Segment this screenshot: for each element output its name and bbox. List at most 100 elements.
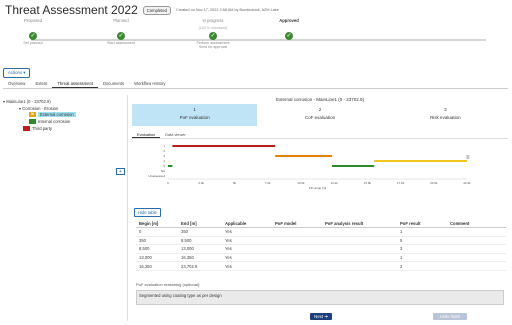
- cell-pof-result: 1: [397, 227, 447, 237]
- tree-item-external-corrosion[interactable]: M External corrosion: [29, 112, 76, 117]
- step-action[interactable]: Perform assessment Send for approval: [183, 41, 243, 50]
- tab-cof-evaluation[interactable]: 2 CoF evaluation: [257, 104, 382, 126]
- cell-pof-analysis: [322, 227, 397, 237]
- cell-pof-result: 5: [397, 236, 447, 246]
- threat-swatch: M: [29, 112, 36, 117]
- chevron-down-icon: ▾: [23, 70, 26, 75]
- cell-end: 13,000: [178, 244, 222, 254]
- workflow-stepper: Proposed ✓ Set planned Planned ✓ Start a…: [8, 18, 488, 54]
- cell-begin: 8,500: [136, 244, 178, 254]
- step-action[interactable]: Set planned: [3, 41, 63, 45]
- column-header[interactable]: End [m]: [178, 219, 222, 228]
- table-row[interactable]: 0 350 Yes 1: [136, 227, 506, 237]
- page-header: Threat Assessment 2022 Completed Created…: [5, 3, 279, 17]
- table-row[interactable]: 8,500 13,000 Yes 3: [136, 244, 506, 254]
- check-icon: ✓: [117, 32, 125, 40]
- tree-item-label: External corrosion: [38, 112, 76, 117]
- tree-item-label: Internal corrosion: [38, 119, 71, 124]
- x-tick-label: 22.9k: [463, 181, 471, 185]
- tab-documents[interactable]: Documents: [98, 80, 129, 88]
- segment-bar: [331, 165, 375, 167]
- cell-pof-analysis: [322, 244, 397, 254]
- tab-pof-evaluation[interactable]: 1 PoF evaluation: [132, 104, 258, 126]
- table-row[interactable]: 13,000 16,350 Yes 1: [136, 253, 506, 263]
- tree-item-third-party[interactable]: Third party: [23, 126, 52, 131]
- cell-begin: 350: [136, 236, 178, 246]
- tab-overview[interactable]: Overview: [3, 80, 30, 88]
- cell-comment: [447, 244, 506, 254]
- y-tick-label: 5: [163, 164, 165, 168]
- undo-finish-button[interactable]: Undo finish: [433, 313, 467, 320]
- evaluation-panel: External corrosion - MainLine1 (0 - 2370…: [132, 95, 508, 321]
- tree-root[interactable]: ▾ MainLine1 (0 - 23702.9): [3, 99, 51, 104]
- next-button[interactable]: Next ➔: [310, 313, 332, 320]
- table-row[interactable]: 350 8,500 Yes 5: [136, 236, 506, 246]
- step-approved: Approved ✓: [259, 18, 319, 41]
- actions-button[interactable]: Actions ▾: [3, 68, 31, 78]
- eval-step-number: 3: [444, 107, 447, 112]
- actions-label: Actions: [8, 70, 23, 75]
- created-info: Created on Nov 17, 2022 2:58 AM by Bumte…: [176, 8, 279, 12]
- check-icon: ✓: [285, 32, 293, 40]
- segment-bar: [168, 165, 173, 167]
- tab-evaluation[interactable]: Evaluation: [132, 131, 161, 138]
- cell-begin: 16,350: [136, 261, 178, 271]
- tab-data-viewer[interactable]: Data viewer: [160, 131, 191, 138]
- eval-step-number: 2: [318, 107, 322, 112]
- tab-risk-evaluation[interactable]: 3 Risk evaluation: [383, 104, 508, 126]
- next-label: Next: [314, 314, 324, 319]
- y-tick-label: 1: [163, 144, 165, 148]
- y-tick-label: 4: [163, 159, 165, 163]
- column-header[interactable]: Comment: [447, 219, 506, 228]
- page-title: Threat Assessment 2022: [5, 3, 138, 17]
- threat-swatch: [29, 119, 36, 124]
- reasoning-textarea[interactable]: Segmented using coating type as per desi…: [136, 290, 504, 305]
- eval-step-label: PoF evaluation: [179, 115, 210, 120]
- reasoning-label: PoF evaluation reasoning (optional):: [136, 282, 201, 287]
- cell-pof-model: [272, 236, 322, 246]
- column-header[interactable]: PoF model: [272, 219, 322, 228]
- cell-applicable: Yes: [222, 227, 272, 237]
- expand-icon[interactable]: +: [116, 168, 125, 175]
- column-header[interactable]: Applicable: [222, 219, 272, 228]
- eval-step-number: 1: [193, 107, 196, 112]
- step-label: In progress: [202, 18, 224, 23]
- cell-comment: [447, 261, 506, 271]
- column-header[interactable]: Begin [m]: [136, 219, 178, 228]
- eval-step-label: Risk evaluation: [430, 115, 461, 120]
- panel-title: External corrosion - MainLine1 (0 - 2370…: [275, 97, 365, 102]
- segment-bar: [374, 160, 467, 162]
- step-proposed: Proposed ✓ Set planned: [3, 18, 63, 45]
- threat-tree: ▾ MainLine1 (0 - 23702.9) ▾ Corrosion - …: [3, 95, 128, 321]
- cell-comment: [447, 253, 506, 263]
- y-tick-label: 2: [163, 149, 165, 153]
- cell-begin: 13,000: [136, 253, 178, 263]
- tree-item-internal-corrosion[interactable]: Internal corrosion: [29, 119, 70, 124]
- tab-workflow-history[interactable]: Workflow History: [129, 80, 170, 88]
- cell-pof-result: 2: [397, 261, 447, 271]
- check-icon: ✓: [29, 32, 37, 40]
- segment-bar: [172, 145, 276, 147]
- x-tick-label: 15.8k: [364, 181, 372, 185]
- tree-item-label: Third party: [32, 126, 53, 131]
- cell-pof-model: [272, 244, 322, 254]
- hide-table-button[interactable]: Hide table: [134, 208, 161, 217]
- x-tick-label: 10.5k: [297, 181, 305, 185]
- cell-applicable: Yes: [222, 236, 272, 246]
- cell-pof-model: [272, 227, 322, 237]
- column-header[interactable]: PoF analysis result: [322, 219, 397, 228]
- chart-menu-icon[interactable]: ≡: [466, 155, 470, 161]
- table-row[interactable]: 16,350 23,702.9 Yes 2: [136, 261, 506, 271]
- step-action[interactable]: Start assessment: [91, 41, 151, 45]
- segment-bar: [275, 155, 332, 157]
- threat-swatch: [23, 126, 30, 131]
- cell-end: 16,350: [178, 253, 222, 263]
- tree-group[interactable]: ▾ Corrosion - Erosion: [19, 106, 58, 111]
- step-in-progress: In progress (100 % assessed) ✓ Perform a…: [183, 18, 243, 50]
- column-header[interactable]: PoF result: [397, 219, 447, 228]
- tab-extent[interactable]: Extent: [30, 80, 52, 88]
- cell-end: 8,500: [178, 236, 222, 246]
- y-tick-label: 3: [163, 154, 165, 158]
- tab-threat-assessment[interactable]: Threat assessment: [52, 80, 98, 88]
- cell-applicable: Yes: [222, 253, 272, 263]
